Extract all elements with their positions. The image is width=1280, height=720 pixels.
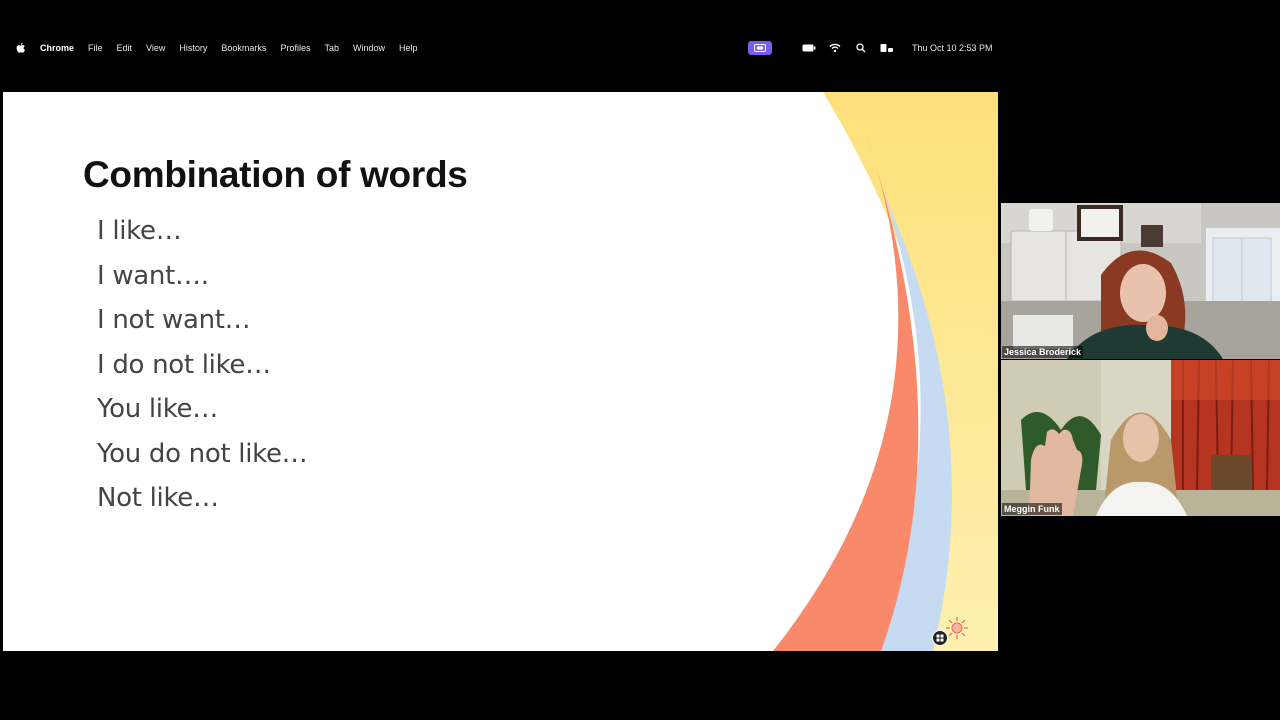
menu-clock[interactable]: Thu Oct 10 2:53 PM (912, 43, 993, 53)
slide-line: I like… (97, 216, 182, 246)
menu-help[interactable]: Help (399, 43, 418, 53)
sun-icon (946, 617, 968, 639)
participant-name: Jessica Broderick (1002, 346, 1084, 358)
menu-file[interactable]: File (88, 43, 103, 53)
mac-menu-bar: Chrome File Edit View History Bookmarks … (0, 0, 1280, 92)
slide-line: You like… (97, 394, 218, 424)
menu-view[interactable]: View (146, 43, 165, 53)
menu-tab[interactable]: Tab (324, 43, 339, 53)
slide-title: Combination of words (83, 154, 468, 195)
search-icon[interactable] (854, 42, 868, 54)
wifi-icon[interactable] (828, 42, 842, 54)
grid-icon (936, 634, 944, 642)
control-center-icon[interactable] (880, 42, 894, 54)
menu-window[interactable]: Window (353, 43, 385, 53)
participant-video (1001, 203, 1280, 359)
menu-app-name[interactable]: Chrome (40, 43, 74, 53)
participant-name: Meggin Funk (1002, 503, 1062, 515)
slide-controls-button[interactable] (932, 630, 948, 646)
slide-bullet-list: I like… I want…. I not want… I do not li… (97, 212, 308, 524)
menu-left-group: Chrome File Edit View History Bookmarks … (16, 40, 432, 56)
slide-line: I do not like… (97, 349, 271, 380)
battery-icon[interactable] (802, 42, 816, 54)
participant-video-tile[interactable]: Jessica Broderick (1001, 203, 1280, 359)
presentation-slide: Combination of words I like… I want…. I … (3, 92, 998, 651)
menu-edit[interactable]: Edit (117, 43, 133, 53)
slide-line: I not want… (97, 305, 251, 335)
slide-line: Not like… (97, 483, 219, 513)
status-area: Thu Oct 10 2:53 PM (748, 40, 993, 56)
slide-line: I want…. (97, 260, 209, 291)
screen-share-icon[interactable] (748, 41, 772, 55)
slide-line: You do not like… (97, 438, 308, 469)
participant-video-tile[interactable]: Meggin Funk (1001, 360, 1280, 516)
menu-profiles[interactable]: Profiles (280, 43, 310, 53)
apple-logo-icon[interactable] (16, 42, 26, 54)
menu-bookmarks[interactable]: Bookmarks (221, 43, 266, 53)
menu-history[interactable]: History (179, 43, 207, 53)
participant-video (1001, 360, 1280, 516)
